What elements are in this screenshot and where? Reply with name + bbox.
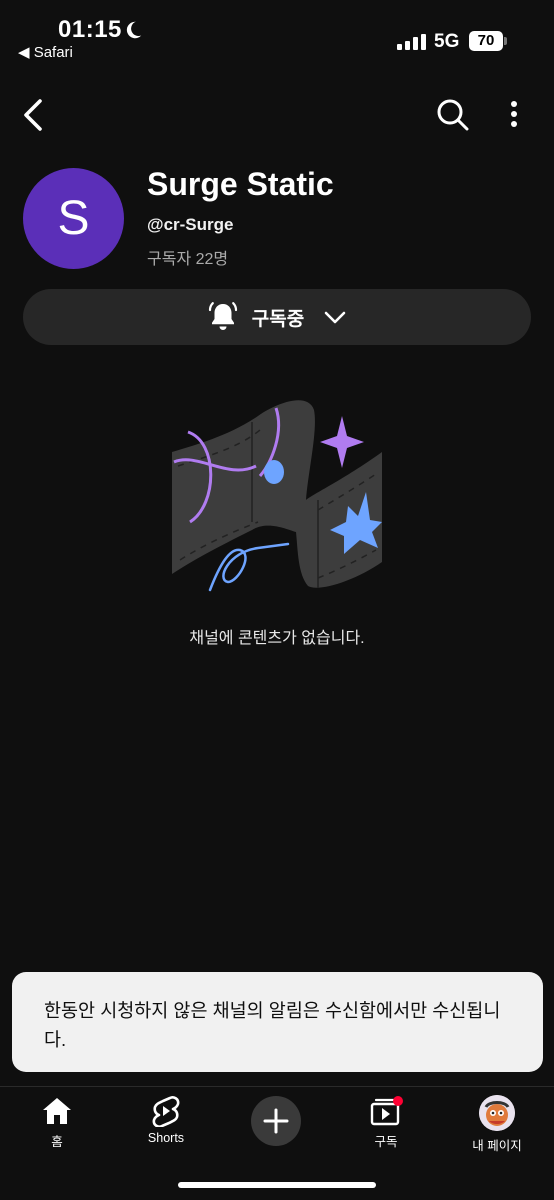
shorts-icon bbox=[152, 1096, 180, 1127]
nav-home[interactable]: 홈 bbox=[12, 1095, 102, 1150]
back-arrow-icon[interactable] bbox=[18, 95, 50, 135]
notification-bell-icon bbox=[208, 302, 237, 330]
nav-my-page-label: 내 페이지 bbox=[472, 1139, 522, 1153]
signal-icon bbox=[397, 34, 426, 50]
nav-subscriptions[interactable]: 구독 bbox=[341, 1095, 431, 1150]
network-type: 5G bbox=[434, 31, 460, 52]
chevron-down-icon bbox=[324, 311, 346, 324]
status-time: 01:15 bbox=[58, 16, 122, 43]
status-bar: 01:15 ◀ Safari 5G 70 bbox=[0, 0, 554, 70]
battery-tip bbox=[504, 37, 507, 45]
home-indicator bbox=[178, 1182, 376, 1188]
channel-avatar[interactable]: S bbox=[23, 168, 124, 269]
nav-subscriptions-label: 구독 bbox=[374, 1135, 398, 1149]
empty-state-message: 채널에 콘텐츠가 없습니다. bbox=[189, 630, 365, 647]
profile-avatar-image bbox=[479, 1095, 515, 1131]
avatar-letter: S bbox=[57, 192, 90, 245]
channel-handle: @cr-Surge bbox=[147, 215, 234, 234]
subscriptions-icon bbox=[370, 1096, 403, 1126]
subscriber-count: 구독자 22명 bbox=[147, 251, 229, 268]
toast-message: 한동안 시청하지 않은 채널의 알림은 수신함에서만 수신됩니다. bbox=[44, 1000, 501, 1050]
back-to-safari-link[interactable]: ◀ Safari bbox=[18, 43, 73, 61]
empty-channel-illustration bbox=[172, 400, 382, 592]
plus-icon bbox=[263, 1108, 289, 1134]
nav-shorts-label: Shorts bbox=[147, 1131, 185, 1145]
battery-level: 70 bbox=[469, 31, 503, 51]
subscribed-label: 구독중 bbox=[251, 308, 305, 330]
create-button[interactable] bbox=[251, 1096, 301, 1146]
profile-avatar bbox=[479, 1095, 515, 1131]
battery-icon: 70 bbox=[469, 31, 507, 51]
search-icon[interactable] bbox=[434, 96, 472, 134]
moon-icon bbox=[126, 21, 142, 39]
nav-home-label: 홈 bbox=[51, 1135, 63, 1149]
nav-my-page[interactable]: 내 페이지 bbox=[452, 1095, 542, 1154]
notification-toast: 한동안 시청하지 않은 채널의 알림은 수신함에서만 수신됩니다. bbox=[12, 972, 543, 1072]
channel-name: Surge Static bbox=[147, 166, 334, 202]
more-options-icon[interactable] bbox=[500, 98, 528, 132]
nav-shorts[interactable]: Shorts bbox=[121, 1095, 211, 1145]
subscribed-button[interactable]: 구독중 bbox=[23, 289, 531, 345]
home-icon bbox=[43, 1098, 71, 1124]
